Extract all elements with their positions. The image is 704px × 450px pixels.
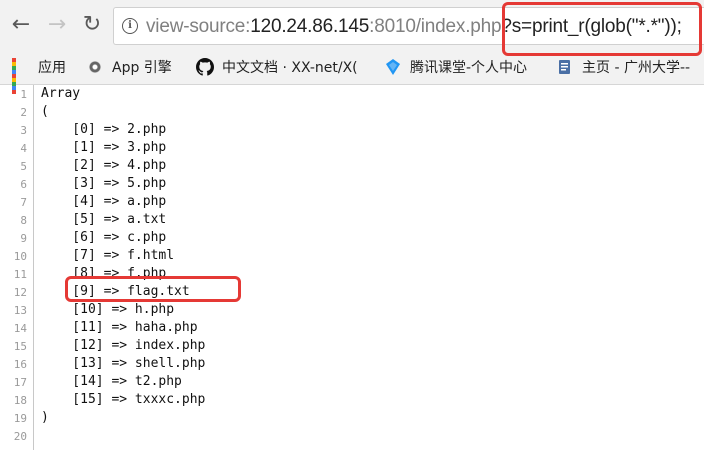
line-number: 12 bbox=[13, 286, 27, 299]
source-line: [0] => 2.php bbox=[41, 122, 167, 137]
line-number: 16 bbox=[13, 358, 27, 371]
line-number: 3 bbox=[20, 124, 27, 137]
reload-icon[interactable]: ↻ bbox=[79, 11, 105, 37]
flag-line-highlight-annotation bbox=[65, 276, 241, 302]
line-number: 5 bbox=[20, 160, 27, 173]
source-line: [15] => txxxc.php bbox=[41, 392, 206, 407]
source-line: Array bbox=[41, 86, 81, 101]
bookmark-apps[interactable]: 应用 bbox=[12, 56, 66, 94]
bookmark-label: 应用 bbox=[38, 60, 66, 76]
url-host: 120.24.86.145 bbox=[250, 16, 370, 37]
line-number: 9 bbox=[20, 232, 27, 245]
document-icon bbox=[556, 58, 574, 76]
line-number: 1 bbox=[20, 88, 27, 101]
line-number-gutter: 1 2 3 4 5 6 7 8 9 10 11 12 13 14 15 16 1… bbox=[0, 85, 34, 450]
gear-icon bbox=[86, 58, 104, 76]
source-line: [7] => f.html bbox=[41, 248, 175, 263]
url-port: :8010 bbox=[369, 16, 416, 37]
line-number: 14 bbox=[13, 322, 27, 335]
source-line: [13] => shell.php bbox=[41, 356, 206, 371]
line-number: 7 bbox=[20, 196, 27, 209]
source-line: [6] => c.php bbox=[41, 230, 167, 245]
source-line: [12] => index.php bbox=[41, 338, 206, 353]
arrow-left-icon[interactable]: ← bbox=[8, 11, 34, 37]
bookmark-label: App 引擎 bbox=[112, 60, 172, 76]
tencent-classroom-icon bbox=[384, 58, 402, 76]
bookmark-gzhu-home[interactable]: 主页 - 广州大学-- bbox=[556, 56, 690, 78]
url-path: /index.php bbox=[415, 16, 502, 37]
line-number: 11 bbox=[13, 268, 27, 281]
line-number: 2 bbox=[20, 106, 27, 119]
line-number: 18 bbox=[13, 394, 27, 407]
info-icon[interactable]: i bbox=[122, 18, 138, 34]
line-number: 6 bbox=[20, 178, 27, 191]
bookmark-xx-net-docs[interactable]: 中文文档 · XX-net/X( bbox=[196, 56, 358, 78]
source-line: [10] => h.php bbox=[41, 302, 175, 317]
source-line: [1] => 3.php bbox=[41, 140, 167, 155]
apps-grid-icon bbox=[12, 58, 30, 94]
github-icon bbox=[196, 58, 214, 76]
source-line: [4] => a.php bbox=[41, 194, 167, 209]
bookmark-label: 中文文档 · XX-net/X( bbox=[222, 60, 358, 76]
source-line: [11] => haha.php bbox=[41, 320, 198, 335]
url-highlight-annotation bbox=[502, 2, 702, 56]
bookmark-tencent-classroom[interactable]: 腾讯课堂-个人中心 bbox=[384, 56, 527, 78]
bookmark-label: 腾讯课堂-个人中心 bbox=[410, 60, 528, 76]
line-number: 19 bbox=[13, 412, 27, 425]
line-number: 8 bbox=[20, 214, 27, 227]
source-line: [3] => 5.php bbox=[41, 176, 167, 191]
source-line: [5] => a.txt bbox=[41, 212, 167, 227]
bookmark-app-engine[interactable]: App 引擎 bbox=[86, 56, 172, 78]
source-line: [2] => 4.php bbox=[41, 158, 167, 173]
line-number: 4 bbox=[20, 142, 27, 155]
line-number: 13 bbox=[13, 304, 27, 317]
source-line: ) bbox=[41, 410, 49, 425]
source-line: [14] => t2.php bbox=[41, 374, 182, 389]
url-prefix: view-source: bbox=[146, 16, 251, 37]
line-number: 15 bbox=[13, 340, 27, 353]
view-source-content: 1 2 3 4 5 6 7 8 9 10 11 12 13 14 15 16 1… bbox=[0, 85, 704, 450]
line-number: 10 bbox=[13, 250, 27, 263]
arrow-right-icon[interactable]: → bbox=[44, 11, 70, 37]
source-line: ( bbox=[41, 104, 49, 119]
bookmark-label: 主页 - 广州大学-- bbox=[582, 60, 691, 76]
line-number: 17 bbox=[13, 376, 27, 389]
line-number: 20 bbox=[13, 430, 27, 443]
